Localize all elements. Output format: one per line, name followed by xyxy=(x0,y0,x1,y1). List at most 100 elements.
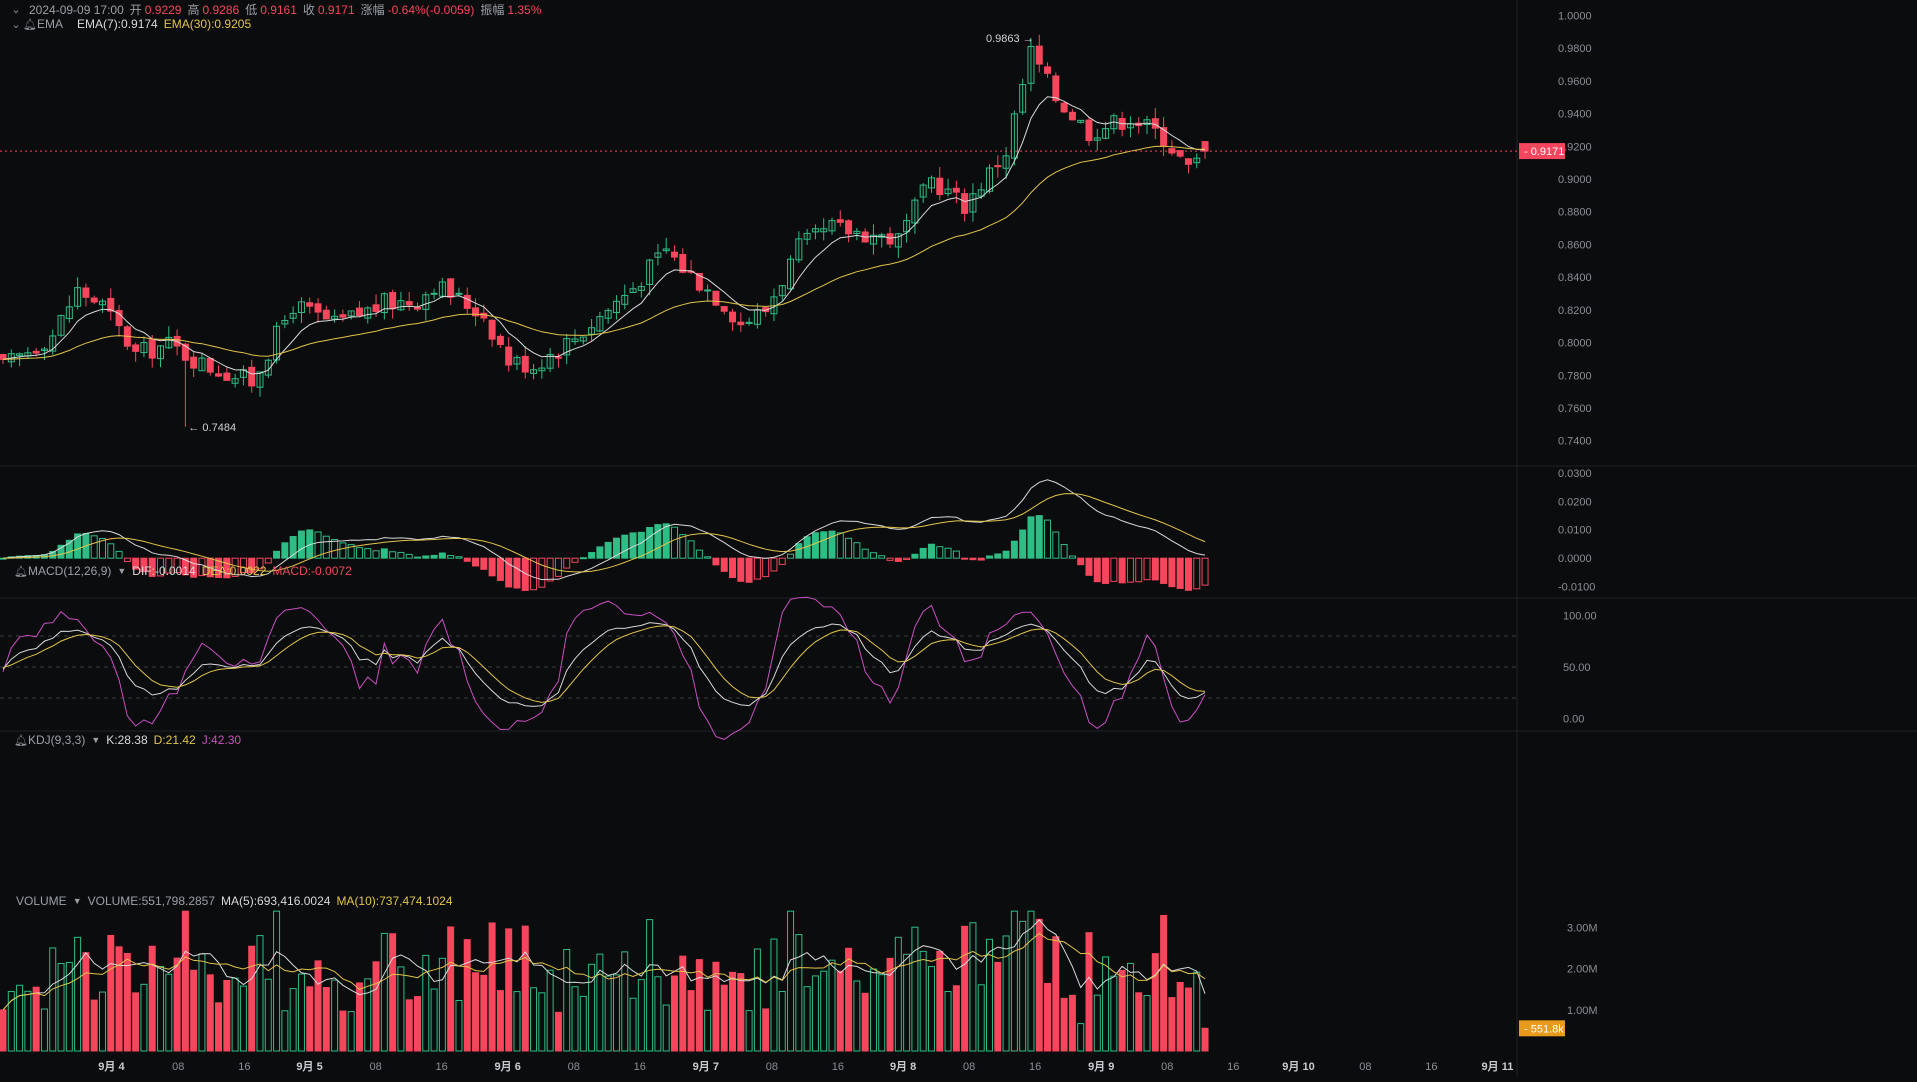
macd-histogram-bar xyxy=(1068,555,1076,559)
volume-bar xyxy=(1052,936,1060,1052)
volume-bar xyxy=(165,973,173,1052)
price-tick-label: 0.8600 xyxy=(1558,239,1592,251)
macd-histogram-bar xyxy=(115,550,123,559)
macd-histogram-bar xyxy=(1077,557,1085,566)
volume-bar xyxy=(32,986,40,1052)
macd-histogram-bar xyxy=(1027,516,1035,559)
macd-histogram-bar xyxy=(861,548,869,559)
volume-bar xyxy=(132,992,140,1052)
time-tick-label: 16 xyxy=(634,1061,646,1073)
volume-bar xyxy=(273,910,281,1052)
price-tick-label: 0.8200 xyxy=(1558,305,1592,317)
candle-body xyxy=(322,309,330,320)
volume-bar xyxy=(1193,971,1201,1052)
dropdown-caret-icon[interactable]: ▼ xyxy=(117,566,126,576)
volume-bar xyxy=(148,945,156,1052)
collapse-icon[interactable]: ⌄ xyxy=(9,17,23,31)
kdj-indicator-name[interactable]: KDJ(9,3,3) xyxy=(28,733,85,747)
price-tick-label: 0.7400 xyxy=(1558,436,1592,448)
macd-histogram-bar xyxy=(579,557,587,560)
macd-histogram-bar xyxy=(720,557,728,572)
candle-body xyxy=(994,165,1002,168)
macd-dea-value: DEA:0.0022 xyxy=(201,564,267,578)
time-tick-label: 9月 6 xyxy=(495,1060,521,1073)
candle-body xyxy=(430,292,438,295)
ema-indicator-name[interactable]: EMA xyxy=(37,17,63,31)
volume-bar xyxy=(1151,953,1159,1052)
macd-histogram-bar xyxy=(107,543,115,559)
volume-indicator-name[interactable]: VOLUME xyxy=(16,894,67,908)
volume-bar xyxy=(173,957,181,1052)
macd-histogram-bar xyxy=(919,547,927,559)
macd-histogram-bar xyxy=(762,557,770,578)
macd-histogram-bar xyxy=(961,557,969,560)
macd-histogram-bar xyxy=(1110,557,1118,582)
candle-body xyxy=(836,219,844,223)
candle-body xyxy=(505,346,513,366)
candle-body xyxy=(496,335,504,346)
volume-bar xyxy=(571,986,579,1052)
volume-bar xyxy=(803,986,811,1052)
macd-histogram-bar xyxy=(986,555,994,559)
low-label: 低 xyxy=(245,3,258,17)
price-tick-label: 1.0000 xyxy=(1558,11,1592,23)
volume-bar xyxy=(530,987,538,1052)
volume-bar xyxy=(903,953,911,1052)
macd-histogram-bar xyxy=(936,546,944,559)
low-value: 0.9161 xyxy=(260,2,297,17)
collapse-icon[interactable]: ⌄ xyxy=(9,3,23,17)
price-tick-label: 0.7600 xyxy=(1558,403,1592,415)
volume-bar xyxy=(223,979,231,1052)
volume-bar xyxy=(521,925,529,1052)
price-tick-label: 0.9400 xyxy=(1558,109,1592,121)
bell-icon[interactable]: 🔔︎ xyxy=(14,564,28,578)
dropdown-caret-icon[interactable]: ▼ xyxy=(73,896,82,906)
macd-histogram-bar xyxy=(496,557,504,581)
candle-body xyxy=(355,307,363,317)
volume-bar xyxy=(430,988,438,1052)
macd-histogram-bar xyxy=(687,540,695,559)
macd-histogram-bar xyxy=(712,557,720,566)
candle-body xyxy=(720,306,728,312)
volume-bar xyxy=(646,919,654,1052)
volume-bar xyxy=(513,991,521,1052)
macd-histogram-bar xyxy=(778,557,786,565)
macd-histogram-bar xyxy=(447,555,455,559)
candle-body xyxy=(132,344,140,352)
volume-bar xyxy=(215,1002,223,1052)
volume-bar xyxy=(505,928,513,1052)
volume-bar xyxy=(1068,994,1076,1052)
candle-body xyxy=(1052,75,1060,102)
volume-bar xyxy=(405,999,413,1052)
volume-bar xyxy=(737,973,745,1052)
macd-histogram-bar xyxy=(1160,557,1168,584)
macd-histogram-bar xyxy=(1193,557,1201,590)
volume-bar xyxy=(256,935,264,1052)
macd-histogram-bar xyxy=(297,530,305,559)
candle-body xyxy=(389,292,397,310)
open-value: 0.9229 xyxy=(144,2,182,17)
volume-bar xyxy=(762,1008,770,1052)
volume-bar xyxy=(969,922,977,1052)
macd-histogram-bar xyxy=(1044,519,1052,559)
bell-icon[interactable]: 🔔︎ xyxy=(14,733,28,747)
volume-bar xyxy=(811,975,819,1052)
candle-body xyxy=(1060,102,1068,113)
volume-bar xyxy=(389,933,397,1052)
macd-histogram-bar xyxy=(969,557,977,561)
macd-histogram-bar xyxy=(405,553,413,559)
macd-indicator-name[interactable]: MACD(12,26,9) xyxy=(28,564,111,578)
volume-bar xyxy=(1168,997,1176,1052)
volume-bar xyxy=(297,973,305,1052)
volume-bar xyxy=(795,934,803,1052)
volume-bar xyxy=(1019,920,1027,1052)
amplitude-label: 振幅 xyxy=(480,3,505,17)
candle-body xyxy=(1044,66,1052,74)
volume-bar xyxy=(248,945,256,1052)
trading-chart[interactable]: 1.00000.98000.96000.94000.92000.90000.88… xyxy=(0,0,1917,1077)
volume-bar xyxy=(836,970,844,1052)
bell-icon[interactable]: 🔔︎ xyxy=(23,17,37,31)
price-tick-label: 0.8800 xyxy=(1558,207,1592,219)
dropdown-caret-icon[interactable]: ▼ xyxy=(91,735,100,745)
macd-histogram-bar xyxy=(123,557,131,562)
